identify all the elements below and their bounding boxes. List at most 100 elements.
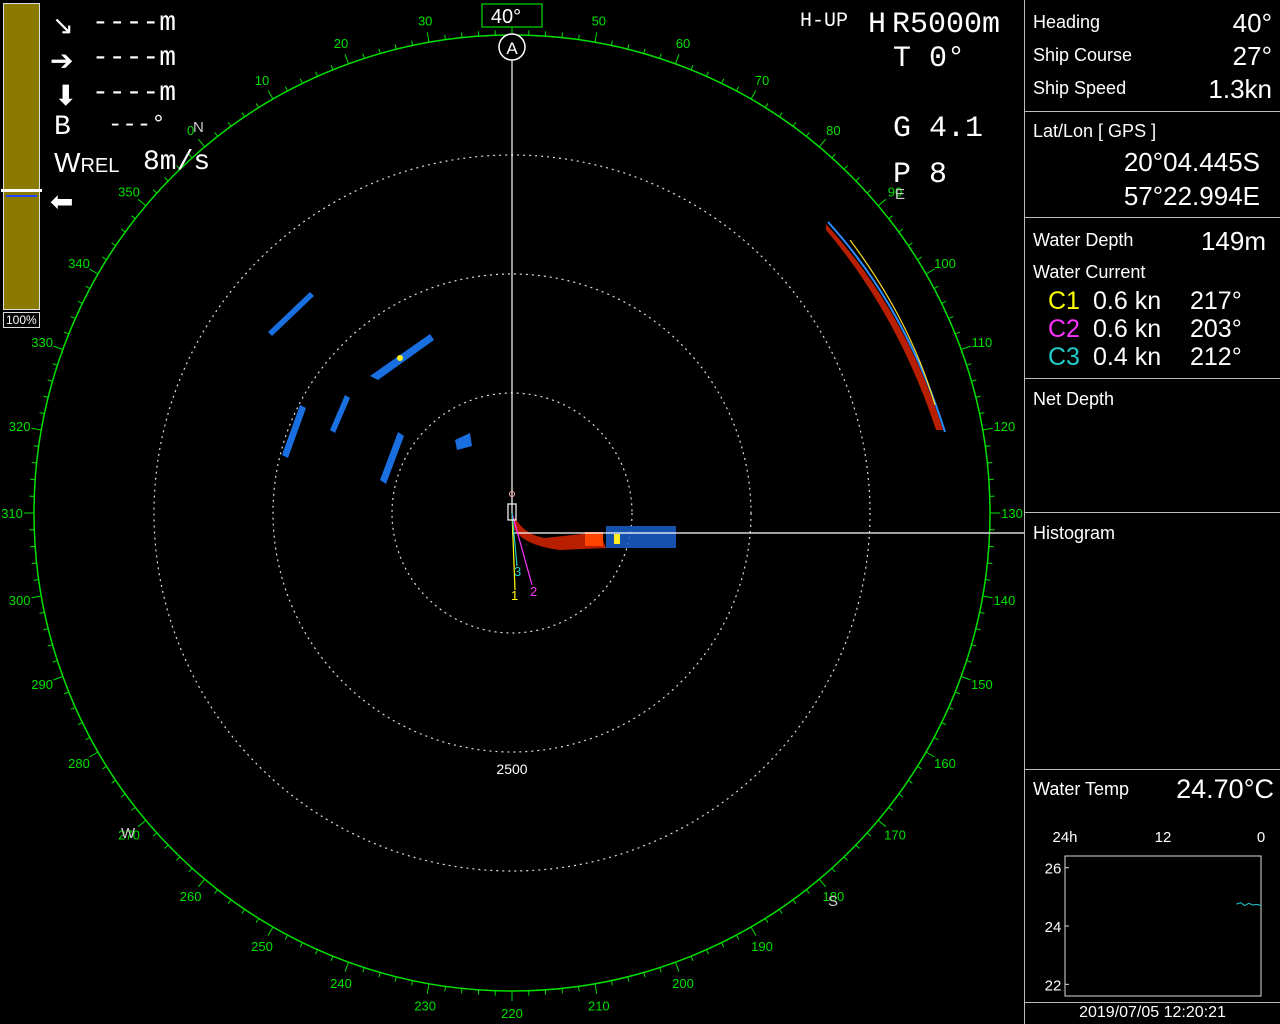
water-current-label: Water Current: [1033, 262, 1146, 282]
range-prefix: H: [868, 8, 887, 42]
current-c1-name: C1: [1048, 287, 1080, 315]
gauge-marker-white: [1, 189, 42, 192]
wind-relative-label-sub: REL: [80, 155, 120, 177]
heading-value: 40°: [1232, 8, 1272, 38]
water-temp-trend-line: [1236, 902, 1262, 907]
info-panel: Heading 40° Ship Course 27° Ship Speed 1…: [1024, 0, 1280, 1024]
bearing-label: 350: [118, 185, 140, 200]
bearing-label: 200: [672, 976, 694, 991]
wind-relative-label: WREL: [54, 147, 119, 179]
heading-box-value: 40°: [491, 6, 521, 28]
current-label-2: 2: [530, 584, 537, 599]
current-label-3: 3: [514, 564, 521, 579]
echo-trail-hot: [585, 532, 603, 546]
bearing-label: 340: [68, 256, 90, 271]
arrow-down-icon: ⬇: [54, 80, 78, 111]
bearing-label: 60: [676, 36, 690, 51]
bearing-tick: [987, 462, 993, 464]
water-temp-graph: 24h 12 0 26 24 22: [1045, 829, 1265, 997]
bearing-label: 70: [755, 73, 769, 88]
wind-relative-value: 8m/s: [143, 147, 211, 178]
bearing-label: 330: [31, 335, 53, 350]
wind-relative-label-w: W: [54, 147, 81, 178]
bearing-label: 310: [1, 506, 23, 521]
bearing-label: 230: [414, 998, 436, 1013]
temp-graph-y-label: 26: [1045, 861, 1062, 878]
bearing-label: 50: [592, 14, 606, 29]
bearing-tick: [561, 988, 563, 994]
temp-graph-x-label: 12: [1155, 829, 1172, 846]
bearing-label: 260: [180, 889, 202, 904]
bearing-label: 320: [9, 419, 31, 434]
ship-info-section: Heading 40° Ship Course 27° Ship Speed 1…: [1025, 0, 1280, 112]
bearing-label: 120: [994, 419, 1016, 434]
bearing-label: 30: [418, 14, 432, 29]
pulse-value: P 8: [893, 158, 948, 192]
position-section: Lat/Lon [ GPS ] 20°04.445S 57°22.994E: [1025, 112, 1280, 218]
tilt-value: T 0°: [893, 42, 966, 76]
bearing-tick: [461, 988, 463, 994]
ring-range-label: 2500: [496, 761, 527, 777]
current-c1-speed: 0.6 kn: [1093, 287, 1162, 315]
net-depth-section: Net Depth: [1025, 379, 1280, 513]
bearing-label: 20: [334, 36, 348, 51]
current-c3-name: C3: [1048, 343, 1080, 371]
bearing-label: 110: [971, 335, 992, 350]
echo-trail-yellow: [614, 534, 620, 544]
bearing-label: 300: [9, 593, 31, 608]
bearing-label: 220: [501, 1006, 523, 1021]
bearing-label: 140: [994, 593, 1016, 608]
water-temp-label: Water Temp: [1033, 779, 1130, 799]
bearing-label: 160: [934, 756, 956, 771]
current-c2-speed: 0.6 kn: [1093, 315, 1162, 343]
histogram-section: Histogram: [1025, 513, 1280, 770]
longitude-value: 57°22.994E: [1123, 181, 1260, 211]
arrow-right-icon: ➔: [50, 45, 74, 76]
gain-value: G 4.1: [893, 112, 984, 146]
current-c3-direction: 212°: [1190, 343, 1242, 371]
bearing-label: 170: [884, 827, 906, 842]
bearing-label: 210: [588, 998, 610, 1013]
bearing-tick: [987, 562, 993, 564]
current-c3-speed: 0.4 kn: [1093, 343, 1162, 371]
latitude-value: 20°04.445S: [1123, 147, 1260, 177]
water-temp-value: 24.70°C: [1176, 774, 1274, 804]
compass-west-label: W: [121, 825, 136, 842]
bearing-value: ---°: [108, 112, 166, 139]
bearing-label: 190: [751, 939, 773, 954]
water-section: Water Depth 149m Water Current C1 0.6 kn…: [1025, 218, 1280, 379]
range-value: R5000m: [892, 8, 1001, 42]
gauge-percent-label: 100%: [3, 312, 40, 328]
current-c2-direction: 203°: [1190, 315, 1242, 343]
datetime: 2019/07/05 12:20:21: [1079, 1004, 1226, 1021]
current-c2-name: C2: [1048, 315, 1080, 343]
ship-course-label: Ship Course: [1033, 45, 1133, 65]
echo-scatter-2-core: [397, 355, 403, 361]
gauge-marker-blue: [6, 195, 37, 197]
distance-value-3: ----m: [92, 78, 177, 109]
bearing-label: 280: [68, 756, 90, 771]
current-label-1: 1: [511, 588, 518, 603]
distance-value-1: ----m: [92, 8, 177, 39]
bearing-label: 250: [251, 939, 273, 954]
bearing-label: 100: [934, 256, 956, 271]
bearing-label: B: [54, 112, 71, 143]
ship-speed-value: 1.3kn: [1208, 74, 1272, 104]
marker-a-letter: A: [506, 39, 518, 58]
heading-label: Heading: [1033, 12, 1101, 32]
ship-speed-label: Ship Speed: [1033, 78, 1127, 98]
bearing-label: 10: [255, 73, 269, 88]
temp-graph-y-label: 24: [1045, 919, 1062, 936]
temp-graph-x-label: 0: [1257, 829, 1265, 846]
bearing-label: 130: [1001, 506, 1023, 521]
latlon-label: Lat/Lon [ GPS ]: [1033, 121, 1157, 141]
temp-graph-y-label: 22: [1045, 977, 1062, 994]
arrow-down-right-icon: ↘: [52, 10, 74, 40]
ship-course-value: 27°: [1232, 41, 1272, 71]
display-mode: H-UP: [800, 10, 849, 33]
distance-value-2: ----m: [92, 43, 177, 74]
compass-south-label: S: [828, 893, 838, 910]
compass-north-label: N: [193, 119, 204, 136]
bearing-label: 240: [330, 976, 352, 991]
bearing-label: 150: [971, 677, 993, 692]
